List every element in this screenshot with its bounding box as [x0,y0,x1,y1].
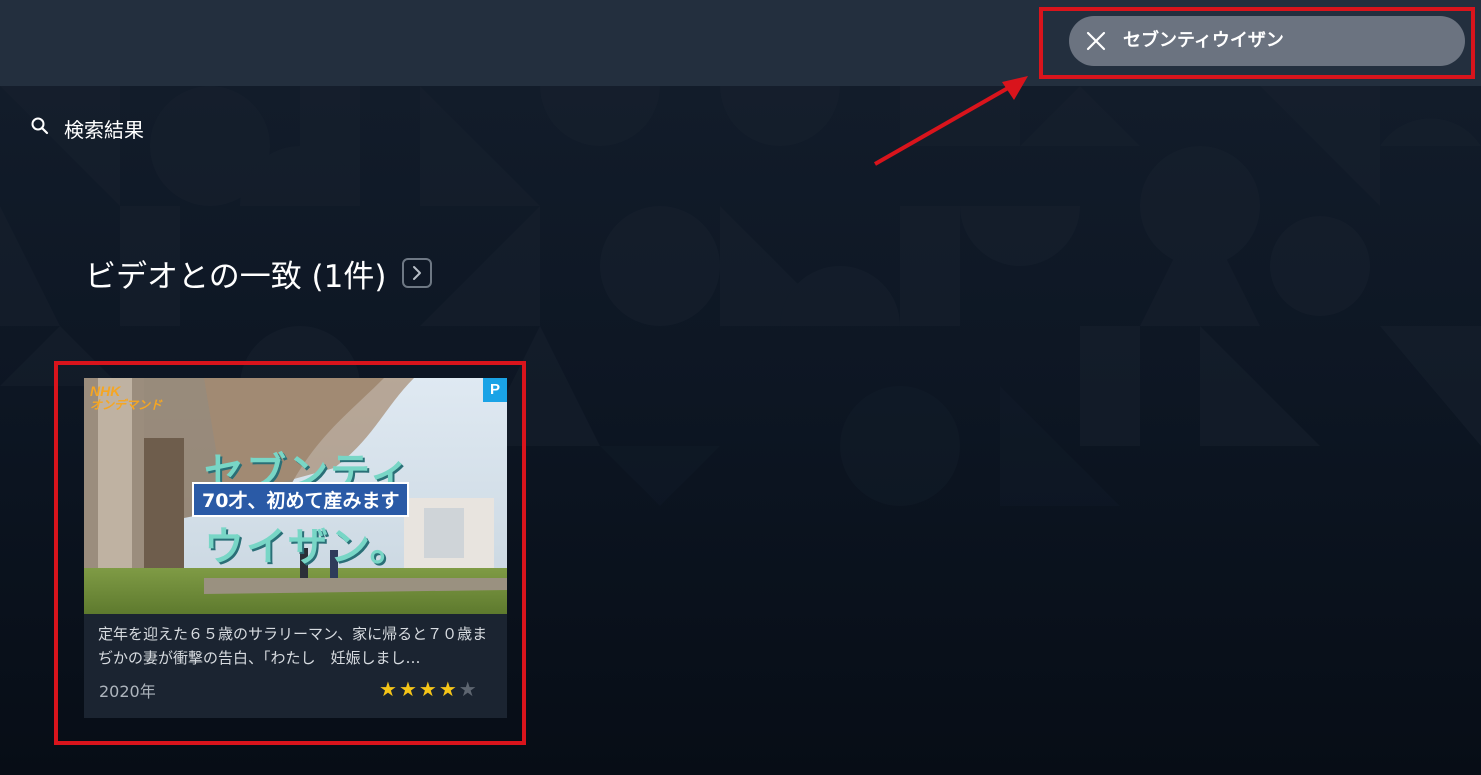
annotation-arrow [874,76,1028,166]
search-icon [30,116,50,140]
chevron-right-icon[interactable] [402,258,433,288]
section-header: ビデオとの一致 (1件) [85,250,433,296]
highlight-frame-search [1039,7,1475,79]
search-results-header: 検索結果 [30,115,144,142]
section-title: ビデオとの一致 (1件) [85,258,387,295]
search-results-label: 検索結果 [64,117,144,142]
highlight-frame-card [54,361,526,745]
